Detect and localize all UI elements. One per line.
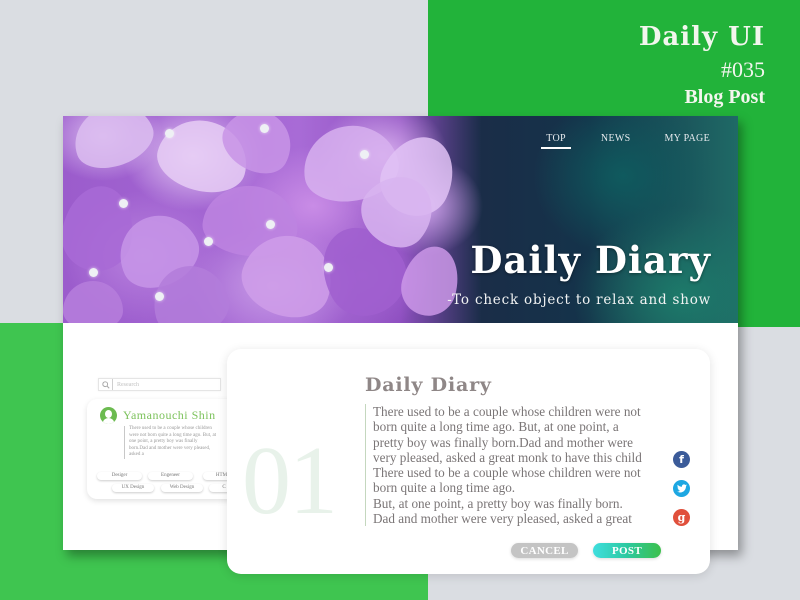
facebook-glyph: f — [679, 453, 684, 466]
shot-subtitle: Blog Post — [684, 86, 765, 108]
tag-web-design[interactable]: Web Design — [161, 484, 203, 492]
shot-number: #035 — [721, 57, 765, 82]
hero-title: Daily Diary — [470, 238, 711, 282]
post-line: There used to be a couple whose children… — [373, 404, 641, 419]
post-button[interactable]: POST — [593, 543, 661, 558]
profile-card: Yamanouchi Shin There used to be a coupl… — [87, 399, 237, 499]
twitter-bird-icon — [676, 484, 687, 493]
post-body: There used to be a couple whose children… — [365, 404, 670, 527]
nav-top[interactable]: TOP — [541, 133, 571, 149]
post-line: born quite a long time ago. — [373, 480, 516, 496]
post-title: Daily Diary — [365, 374, 492, 396]
post-card: 01 Daily Diary There used to be a couple… — [227, 349, 710, 574]
twitter-share-icon[interactable] — [673, 480, 690, 497]
nav-news[interactable]: NEWS — [601, 133, 631, 149]
post-line: Dad and mother were very pleased, asked … — [373, 511, 632, 527]
post-line: pretty boy was finally born.Dad and moth… — [373, 434, 634, 450]
shot-title: Daily UI — [638, 22, 765, 52]
hero-banner: TOP NEWS MY PAGE Daily Diary -To check o… — [63, 116, 738, 323]
nav-my-page[interactable]: MY PAGE — [664, 133, 710, 149]
main-nav: TOP NEWS MY PAGE — [541, 133, 710, 149]
shot-title-block: Daily UI #035 Blog Post — [639, 20, 765, 110]
post-line: There used to be a couple whose children… — [373, 465, 641, 481]
search-box[interactable] — [98, 378, 221, 391]
post-line: But, at one point, a pretty boy was fina… — [373, 495, 623, 511]
cancel-button[interactable]: CANCEL — [511, 543, 578, 558]
post-line: born quite a long time ago. But, at one … — [373, 419, 619, 435]
tag-designer[interactable]: Desiger — [97, 472, 142, 480]
user-avatar-icon — [100, 407, 117, 424]
google-plus-share-icon[interactable]: g — [673, 509, 690, 526]
profile-name[interactable]: Yamanouchi Shin — [123, 408, 216, 423]
search-icon — [99, 379, 113, 390]
tag-ux-design[interactable]: UX Design — [112, 484, 154, 492]
tag-engineer[interactable]: Engeneer — [148, 472, 193, 480]
post-line: very pleased, asked a great monk to have… — [373, 449, 642, 465]
facebook-share-icon[interactable]: f — [673, 451, 690, 468]
google-plus-glyph: g — [677, 511, 686, 524]
hero-subtitle: -To check object to relax and show — [447, 292, 711, 308]
search-input[interactable] — [117, 381, 212, 388]
profile-excerpt: There used to be a couple whose children… — [124, 426, 217, 459]
post-number: 01 — [242, 427, 338, 535]
